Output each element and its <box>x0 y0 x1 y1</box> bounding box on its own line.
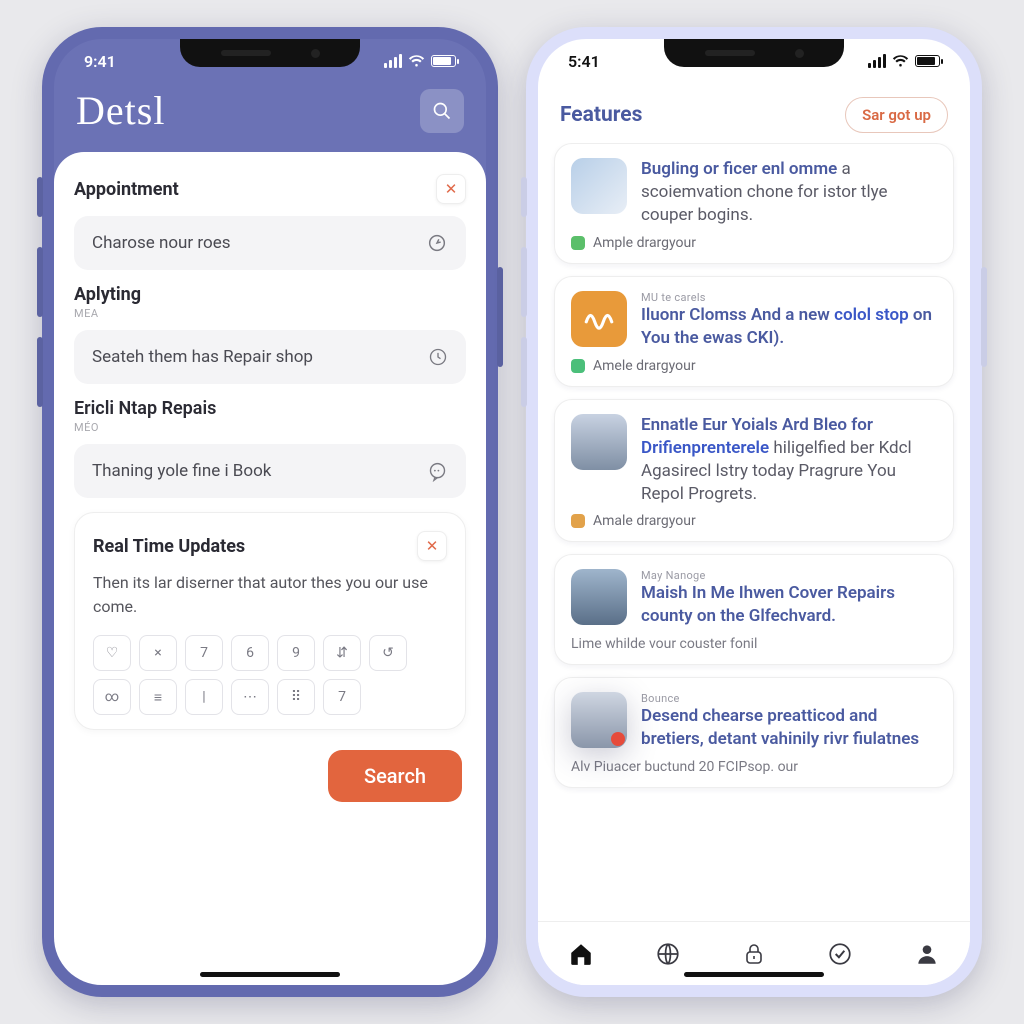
applying-sub: MEA <box>74 307 466 320</box>
appointment-field[interactable]: Charose nour roes <box>74 216 466 270</box>
card-title: Ennatle Eur Yoials Ard Bleo for Drifienp… <box>641 414 937 506</box>
card-title: Maish In Me Ihwen Cover Repairs county o… <box>641 582 937 628</box>
chat-icon <box>427 461 448 482</box>
notch <box>664 39 844 67</box>
search-icon <box>432 101 452 121</box>
home-indicator[interactable] <box>200 972 340 977</box>
status-time: 5:41 <box>568 52 600 71</box>
globe-icon <box>655 941 681 967</box>
card-title: Bugling or ficer enl omme a scoiemvation… <box>641 158 937 227</box>
mini-key[interactable]: 7 <box>323 679 361 715</box>
status-dot-icon <box>571 236 585 250</box>
mini-key[interactable]: 6 <box>231 635 269 671</box>
repairs-field[interactable]: Thaning yole fine i Book <box>74 444 466 498</box>
feature-card[interactable]: May Nanoge Maish In Me Ihwen Cover Repai… <box>554 554 954 665</box>
app-brand: Detsl <box>76 87 165 134</box>
applying-field[interactable]: Seateh them has Repair shop <box>74 330 466 384</box>
card-title: Iluonr Clomss And a new colol stop on Yo… <box>641 304 937 350</box>
close-icon: ✕ <box>426 537 439 555</box>
realtime-title: Real Time Updates <box>93 536 245 557</box>
wifi-icon <box>892 55 909 68</box>
mini-key[interactable]: ⇵ <box>323 635 361 671</box>
phone-frame-right: 5:41 Features Sar got up Bugling or fic <box>526 27 982 997</box>
features-title: Features <box>560 103 642 127</box>
search-button[interactable]: Search <box>328 750 462 802</box>
card-thumb-wave-icon <box>571 291 627 347</box>
mini-key[interactable]: 9 <box>277 635 315 671</box>
card-overline: MU te carels <box>641 291 937 304</box>
feature-card[interactable]: Bugling or ficer enl omme a scoiemvation… <box>554 143 954 264</box>
battery-icon <box>915 55 940 67</box>
header-search-button[interactable] <box>420 89 464 133</box>
check-circle-icon <box>827 941 853 967</box>
profile-icon <box>914 941 940 967</box>
tab-lock[interactable] <box>735 935 773 973</box>
mini-key[interactable]: ≡ <box>139 679 177 715</box>
appointment-field-text: Charose nour roes <box>92 233 230 253</box>
signal-icon <box>384 54 402 68</box>
feature-card[interactable]: Bounce Desend chearse preatticod and bre… <box>554 677 954 788</box>
mini-key[interactable]: ♡ <box>93 635 131 671</box>
mini-key[interactable]: ⠿ <box>277 679 315 715</box>
status-dot-icon <box>571 359 585 373</box>
repairs-field-text: Thaning yole fine i Book <box>92 461 271 481</box>
card-thumb-phone-icon <box>571 692 627 748</box>
card-subtext: Lime whilde vour couster fonil <box>571 636 937 652</box>
mini-key[interactable]: ∞ <box>93 679 131 715</box>
notch <box>180 39 360 67</box>
close-icon: ✕ <box>445 180 458 198</box>
card-thumb-photo-icon <box>571 158 627 214</box>
mini-key[interactable]: 7 <box>185 635 223 671</box>
home-icon <box>568 941 594 967</box>
tab-check[interactable] <box>821 935 859 973</box>
feature-card[interactable]: Ennatle Eur Yoials Ard Bleo for Drifienp… <box>554 399 954 543</box>
phone-frame-left: 9:41 Detsl Appointment ✕ <box>42 27 498 997</box>
feature-feed[interactable]: Bugling or ficer enl omme a scoiemvation… <box>538 143 970 921</box>
realtime-card: Real Time Updates ✕ Then its lar diserne… <box>74 512 466 730</box>
lock-icon <box>742 941 766 967</box>
feature-card[interactable]: MU te carels Iluonr Clomss And a new col… <box>554 276 954 387</box>
card-subtext: Alv Piuacer buctund 20 FCIPsop. our <box>571 759 937 775</box>
applying-title: Aplyting <box>74 284 466 305</box>
battery-icon <box>431 55 456 67</box>
mini-key[interactable]: ⋯ <box>231 679 269 715</box>
card-meta: Ample drargyour <box>571 235 937 251</box>
realtime-desc: Then its lar diserner that autor thes yo… <box>93 571 447 619</box>
tab-profile[interactable] <box>908 935 946 973</box>
wifi-icon <box>408 55 425 68</box>
home-indicator[interactable] <box>684 972 824 977</box>
card-overline: May Nanoge <box>641 569 937 582</box>
clock-icon <box>428 347 448 367</box>
appointment-title: Appointment <box>74 179 179 200</box>
realtime-key-row: ♡ × 7 6 9 ⇵ ↺ ∞ ≡ | ⋯ ⠿ 7 <box>93 635 447 715</box>
status-time: 9:41 <box>84 52 116 71</box>
card-thumb-tower-icon <box>571 569 627 625</box>
target-icon <box>426 232 448 254</box>
tab-home[interactable] <box>562 935 600 973</box>
tab-globe[interactable] <box>649 935 687 973</box>
main-sheet: Appointment ✕ Charose nour roes Aplyting… <box>54 152 486 985</box>
signal-icon <box>868 54 886 68</box>
applying-field-text: Seateh them has Repair shop <box>92 347 313 367</box>
realtime-close-button[interactable]: ✕ <box>417 531 447 561</box>
mini-key[interactable]: ↺ <box>369 635 407 671</box>
repairs-title: Ericli Ntap Repais <box>74 398 466 419</box>
mini-key[interactable]: | <box>185 679 223 715</box>
mini-key[interactable]: × <box>139 635 177 671</box>
card-meta: Amele drargyour <box>571 358 937 374</box>
card-meta: Amale drargyour <box>571 513 937 529</box>
card-overline: Bounce <box>641 692 937 705</box>
card-thumb-castle-icon <box>571 414 627 470</box>
repairs-sub: MÉO <box>74 421 466 434</box>
card-title: Desend chearse preatticod and bretiers, … <box>641 705 937 751</box>
status-dot-icon <box>571 514 585 528</box>
appointment-close-button[interactable]: ✕ <box>436 174 466 204</box>
header-pill-button[interactable]: Sar got up <box>845 97 948 133</box>
